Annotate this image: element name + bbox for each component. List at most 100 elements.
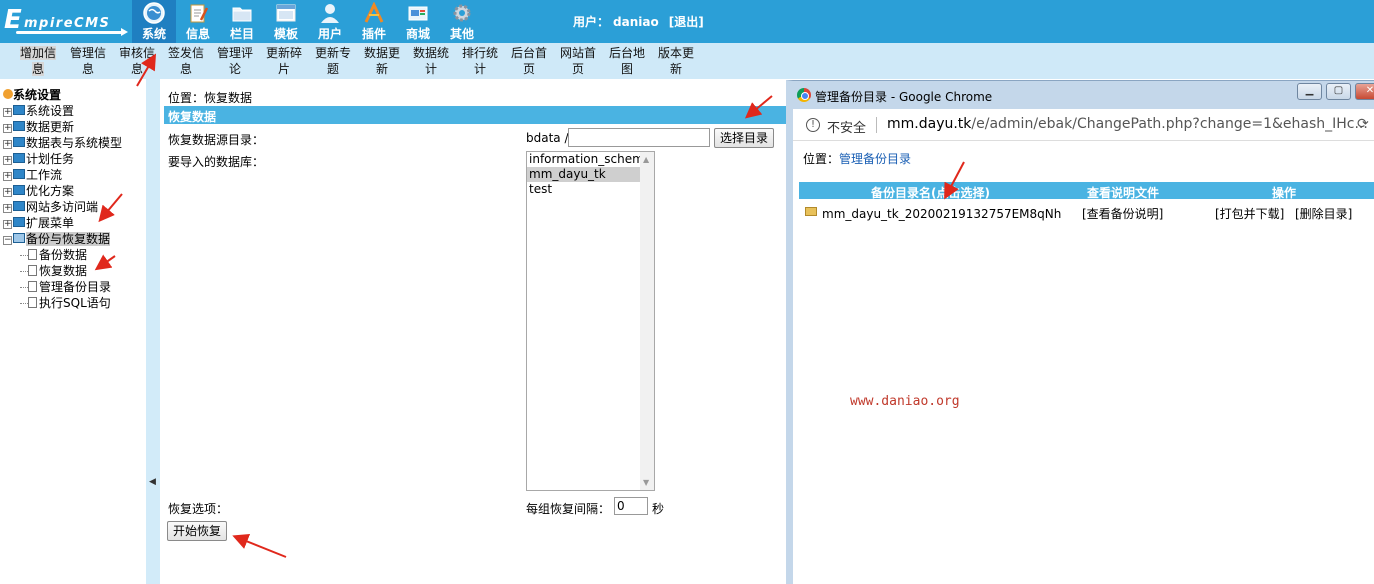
topnav-info[interactable]: 信息 [176, 0, 220, 43]
submenu-update-topics[interactable]: 更新专题 [311, 45, 355, 77]
expand-icon[interactable]: + [3, 156, 12, 165]
db-option[interactable]: information_schema [527, 152, 654, 167]
db-option-selected[interactable]: mm_dayu_tk [527, 167, 654, 182]
backup-table-header: 备份目录名(点击选择) 查看说明文件 操作 [799, 182, 1374, 200]
submenu-add-info[interactable]: 增加信息 [16, 45, 60, 77]
tree-root-label: 系统设置 [13, 88, 62, 102]
database-listbox[interactable]: information_schema mm_dayu_tk test ▲ ▼ [526, 151, 655, 491]
submenu-manage-info[interactable]: 管理信息 [66, 45, 110, 77]
chrome-popup-window: 管理备份目录 - Google Chrome ▁ ▢ ✕ ! 不安全 mm.da… [786, 80, 1374, 584]
tree-leaf-label: 执行SQL语句 [39, 296, 111, 310]
sidebar-splitter[interactable]: ◀ [146, 79, 160, 584]
tree-leaf-restore-data[interactable]: 恢复数据 [20, 262, 87, 278]
tree-item-extension-menu[interactable]: + 扩展菜单 [3, 214, 74, 230]
topnav-other[interactable]: 其他 [440, 0, 484, 43]
start-restore-button[interactable]: 开始恢复 [167, 521, 227, 541]
submenu-ranking-stats[interactable]: 排行统计 [458, 45, 502, 77]
address-bar[interactable]: ! 不安全 mm.dayu.tk/e/admin/ebak/ChangePath… [793, 109, 1374, 141]
submenu-line2: 息 [31, 62, 44, 76]
tree-item-system-settings[interactable]: + 系统设置 [3, 102, 74, 118]
window-template-icon [276, 4, 296, 22]
reload-icon[interactable]: ⟳ [1357, 116, 1369, 132]
submenu-line2: 计 [424, 62, 437, 76]
submenu-version-update[interactable]: 版本更新 [654, 45, 698, 77]
submenu-data-stats[interactable]: 数据统计 [409, 45, 453, 77]
pack-download-link[interactable]: [打包并下载] [1215, 205, 1284, 222]
expand-icon[interactable]: + [3, 140, 12, 149]
topnav-label: 插件 [361, 27, 386, 41]
submenu-manage-comments[interactable]: 管理评论 [213, 45, 257, 77]
delete-dir-link[interactable]: [删除目录] [1295, 205, 1352, 222]
close-button[interactable]: ✕ [1355, 83, 1374, 100]
maximize-button[interactable]: ▢ [1326, 83, 1351, 100]
submenu-admin-map[interactable]: 后台地图 [605, 45, 649, 77]
tree-item-scheduled-tasks[interactable]: + 计划任务 [3, 150, 74, 166]
submenu-line1: 更新专 [314, 46, 351, 60]
topnav-shop[interactable]: 商城 [396, 0, 440, 43]
source-dir-input[interactable] [568, 128, 710, 147]
url-text[interactable]: mm.dayu.tk/e/admin/ebak/ChangePath.php?c… [887, 116, 1368, 132]
submenu-update-fragments[interactable]: 更新碎片 [262, 45, 306, 77]
tree-item-workflow[interactable]: + 工作流 [3, 166, 62, 182]
insecure-info-icon[interactable]: ! [806, 118, 820, 132]
tree-item-optimization[interactable]: + 优化方案 [3, 182, 74, 198]
tree-leaf-execute-sql[interactable]: 执行SQL语句 [20, 294, 111, 310]
expand-icon[interactable]: + [3, 124, 12, 133]
settings-icon [3, 89, 13, 99]
submenu-line2: 论 [228, 62, 241, 76]
topnav-label: 用户 [317, 27, 342, 41]
tree-leaf-manage-backup-dir[interactable]: 管理备份目录 [20, 278, 111, 294]
interval-input[interactable]: 0 [614, 497, 648, 515]
submenu-sign-info[interactable]: 签发信息 [164, 45, 208, 77]
topnav-template[interactable]: 模板 [264, 0, 308, 43]
topnav-user[interactable]: 用户 [308, 0, 352, 43]
folder-icon [13, 169, 25, 179]
submenu-line1: 数据更 [363, 46, 400, 60]
tree-leaf-label: 恢复数据 [39, 264, 88, 278]
choose-dir-button[interactable]: 选择目录 [714, 128, 774, 148]
db-option[interactable]: test [527, 182, 654, 197]
expand-icon[interactable]: + [3, 204, 12, 213]
expand-icon[interactable]: + [3, 188, 12, 197]
tree-item-label: 工作流 [26, 168, 63, 182]
submenu-site-home[interactable]: 网站首页 [556, 45, 600, 77]
collapse-arrow-icon[interactable]: ◀ [149, 477, 156, 487]
expand-icon[interactable]: + [3, 172, 12, 181]
tree-item-data-tables[interactable]: + 数据表与系统模型 [3, 134, 122, 150]
submenu-line2: 题 [326, 62, 339, 76]
tree-item-backup-restore[interactable]: − 备份与恢复数据 [3, 230, 111, 246]
listbox-scrollbar[interactable]: ▲ ▼ [640, 152, 654, 490]
tree-item-multi-access[interactable]: + 网站多访问端 [3, 198, 98, 214]
backup-dir-link[interactable]: mm_dayu_tk_20200219132757EM8qNh [805, 205, 1061, 221]
collapse-icon[interactable]: − [3, 236, 12, 245]
scroll-down-icon[interactable]: ▼ [643, 478, 649, 487]
backup-dir-name: mm_dayu_tk_20200219132757EM8qNh [822, 207, 1062, 221]
insecure-label: 不安全 [827, 121, 867, 136]
topnav-plugin[interactable]: 插件 [352, 0, 396, 43]
submenu-line1: 管理评 [216, 46, 253, 60]
manage-backup-dir-link[interactable]: 管理备份目录 [839, 152, 911, 166]
topnav-system[interactable]: 系统 [132, 0, 176, 43]
bdata-prefix: bdata / [526, 131, 569, 145]
topnav-label: 信息 [185, 27, 210, 41]
url-path: /e/admin/ebak/ChangePath.php?change=1&eh… [971, 116, 1368, 132]
submenu-review-info[interactable]: 审核信息 [115, 45, 159, 77]
tree-item-label: 备份与恢复数据 [26, 232, 111, 246]
submenu-admin-home[interactable]: 后台首页 [507, 45, 551, 77]
tree-root: 系统设置 [3, 86, 61, 102]
expand-icon[interactable]: + [3, 108, 12, 117]
view-readme-link[interactable]: [查看备份说明] [1082, 205, 1163, 222]
submenu-line2: 计 [473, 62, 486, 76]
tree-leaf-backup-data[interactable]: 备份数据 [20, 246, 87, 262]
topnav-column[interactable]: 栏目 [220, 0, 264, 43]
logout-link[interactable]: [退出] [669, 15, 704, 29]
scroll-up-icon[interactable]: ▲ [643, 155, 649, 164]
submenu-data-update[interactable]: 数据更新 [360, 45, 404, 77]
submenu-line2: 图 [620, 62, 633, 76]
window-titlebar[interactable]: 管理备份目录 - Google Chrome ▁ ▢ ✕ [793, 81, 1374, 109]
globe-icon [143, 2, 165, 24]
tree-item-label: 数据表与系统模型 [26, 136, 123, 150]
minimize-button[interactable]: ▁ [1297, 83, 1322, 100]
expand-icon[interactable]: + [3, 220, 12, 229]
tree-item-data-update[interactable]: + 数据更新 [3, 118, 74, 134]
